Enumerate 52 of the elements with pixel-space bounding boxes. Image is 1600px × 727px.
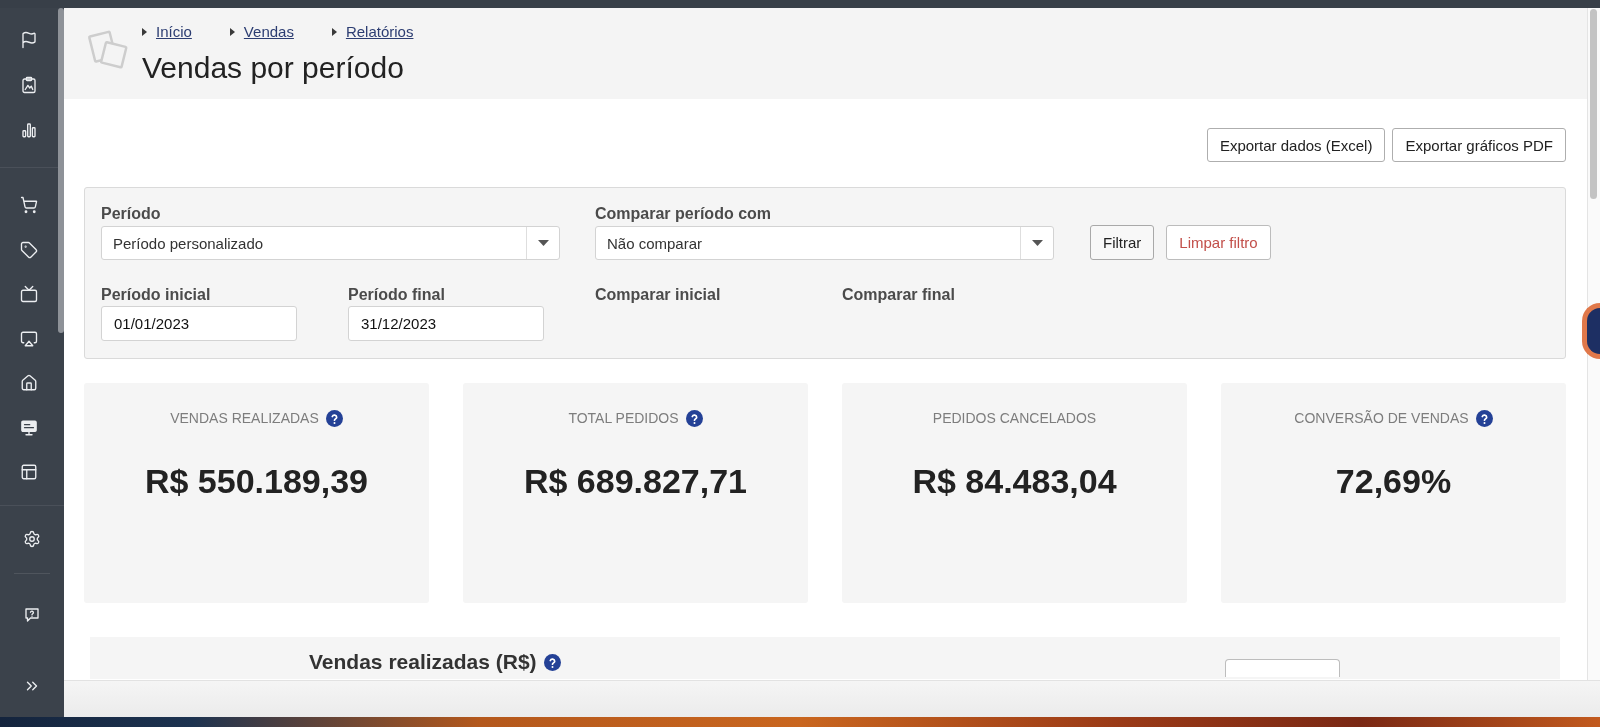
clear-filter-button[interactable]: Limpar filtro bbox=[1166, 225, 1271, 260]
stat-label: PEDIDOS CANCELADOS bbox=[932, 409, 1097, 428]
stat-label: TOTAL PEDIDOS bbox=[568, 409, 679, 428]
flag-icon[interactable] bbox=[20, 30, 38, 49]
breadcrumb-link[interactable]: Relatórios bbox=[345, 22, 414, 42]
select-field[interactable]: Não comparar bbox=[595, 226, 1054, 260]
caret-right-icon bbox=[229, 28, 235, 36]
home-icon[interactable] bbox=[20, 374, 38, 393]
chart-title: Vendas realizadas (R$) bbox=[309, 649, 537, 675]
stat-value: 72,69% bbox=[1335, 461, 1452, 501]
caret-right-icon bbox=[331, 28, 337, 36]
date-input[interactable]: 31/12/2023 bbox=[348, 306, 544, 341]
stat-label: CONVERSÃO DE VENDAS bbox=[1294, 409, 1469, 428]
field-label: Período inicial bbox=[101, 285, 212, 305]
scrollbar[interactable] bbox=[1587, 8, 1600, 680]
monitor-icon[interactable] bbox=[20, 418, 38, 437]
field-label: Comparar período com bbox=[595, 204, 773, 224]
field-label: Comparar inicial bbox=[595, 285, 722, 305]
filter-button[interactable]: Filtrar bbox=[1090, 225, 1155, 260]
stat-value: R$ 550.189,39 bbox=[144, 461, 369, 501]
bar-chart-icon[interactable] bbox=[20, 120, 38, 139]
help-icon[interactable] bbox=[325, 409, 343, 427]
tv-icon[interactable] bbox=[20, 285, 38, 304]
scrollbar-thumb[interactable] bbox=[58, 8, 64, 333]
stat-value: R$ 84.483,04 bbox=[912, 461, 1117, 501]
field-label: Comparar final bbox=[842, 285, 956, 305]
help-message-icon[interactable] bbox=[23, 605, 41, 624]
screen-cast-icon[interactable] bbox=[20, 329, 38, 348]
clipboard-picture-icon[interactable] bbox=[20, 75, 38, 94]
cart-icon[interactable] bbox=[20, 196, 38, 215]
overlapping-pages-icon bbox=[87, 29, 129, 71]
breadcrumb-link[interactable]: Vendas bbox=[243, 22, 294, 42]
stat-value: R$ 689.827,71 bbox=[523, 461, 748, 501]
help-icon[interactable] bbox=[685, 409, 703, 427]
export-button[interactable]: Exportar gráficos PDF bbox=[1392, 128, 1566, 162]
page-title: Vendas por período bbox=[142, 50, 405, 86]
caret-down-icon bbox=[1031, 240, 1043, 246]
help-icon[interactable] bbox=[543, 653, 561, 671]
floating-circle-button[interactable] bbox=[1582, 303, 1600, 359]
stat-label: VENDAS REALIZADAS bbox=[170, 409, 319, 428]
caret-down-icon bbox=[537, 240, 549, 246]
date-input[interactable]: 01/01/2023 bbox=[101, 306, 297, 341]
field-label: Período bbox=[101, 204, 162, 224]
settings-icon[interactable] bbox=[23, 529, 41, 548]
layout-icon[interactable] bbox=[20, 463, 38, 482]
field-label: Período final bbox=[348, 285, 446, 305]
tag-icon[interactable] bbox=[20, 240, 38, 259]
breadcrumb-link[interactable]: Início bbox=[156, 22, 192, 42]
select-field[interactable]: Período personalizado bbox=[101, 226, 560, 260]
help-icon[interactable] bbox=[1475, 409, 1493, 427]
caret-right-icon bbox=[142, 28, 147, 36]
export-button[interactable]: Exportar dados (Excel) bbox=[1206, 128, 1386, 162]
